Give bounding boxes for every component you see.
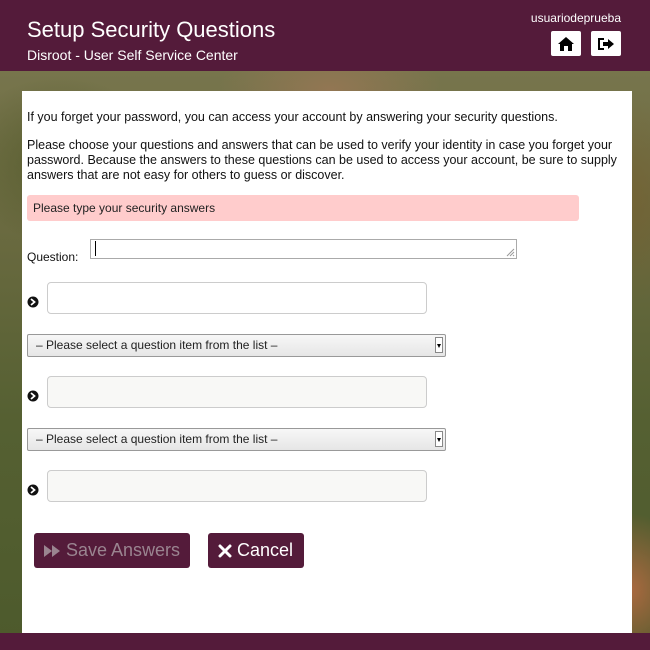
cancel-button[interactable]: Cancel: [208, 533, 304, 568]
page-subtitle: Disroot - User Self Service Center: [27, 47, 238, 63]
sign-out-icon: [598, 37, 614, 50]
home-icon: [558, 36, 574, 51]
home-button[interactable]: [551, 31, 581, 56]
answer-input-3[interactable]: [47, 470, 427, 502]
save-answers-button[interactable]: Save Answers: [34, 533, 190, 568]
resize-grip-icon[interactable]: [505, 247, 515, 257]
answer-input-1[interactable]: [47, 282, 427, 314]
question-select-2-value: – Please select a question item from the…: [36, 338, 278, 352]
question-select-3[interactable]: – Please select a question item from the…: [27, 428, 446, 451]
fast-forward-icon: [44, 544, 60, 557]
question-label: Question:: [27, 250, 79, 264]
logout-button[interactable]: [591, 31, 621, 56]
alert-message: Please type your security answers: [27, 195, 579, 221]
page-footer: [0, 633, 650, 650]
chevron-circle-right-icon: [27, 296, 39, 308]
page-header: Setup Security Questions Disroot - User …: [0, 0, 650, 71]
cancel-label: Cancel: [237, 540, 294, 560]
chevron-circle-right-icon: [27, 484, 39, 496]
page-title: Setup Security Questions: [27, 17, 276, 42]
main-panel: If you forget your password, you can acc…: [22, 91, 632, 633]
username-label: usuariodeprueba: [530, 11, 621, 25]
chevron-circle-right-icon: [27, 390, 39, 402]
answer-input-2[interactable]: [47, 376, 427, 408]
save-answers-label: Save Answers: [66, 540, 181, 560]
question-select-2[interactable]: – Please select a question item from the…: [27, 334, 446, 357]
question-select-3-value: – Please select a question item from the…: [36, 432, 278, 446]
question-textarea[interactable]: [90, 239, 517, 259]
close-icon: [218, 544, 232, 557]
dropdown-arrow-icon: [435, 431, 443, 447]
dropdown-arrow-icon: [435, 337, 443, 353]
intro-text-2: Please choose your questions and answers…: [27, 138, 617, 182]
intro-text-1: If you forget your password, you can acc…: [27, 110, 558, 124]
text-caret: [95, 241, 96, 256]
